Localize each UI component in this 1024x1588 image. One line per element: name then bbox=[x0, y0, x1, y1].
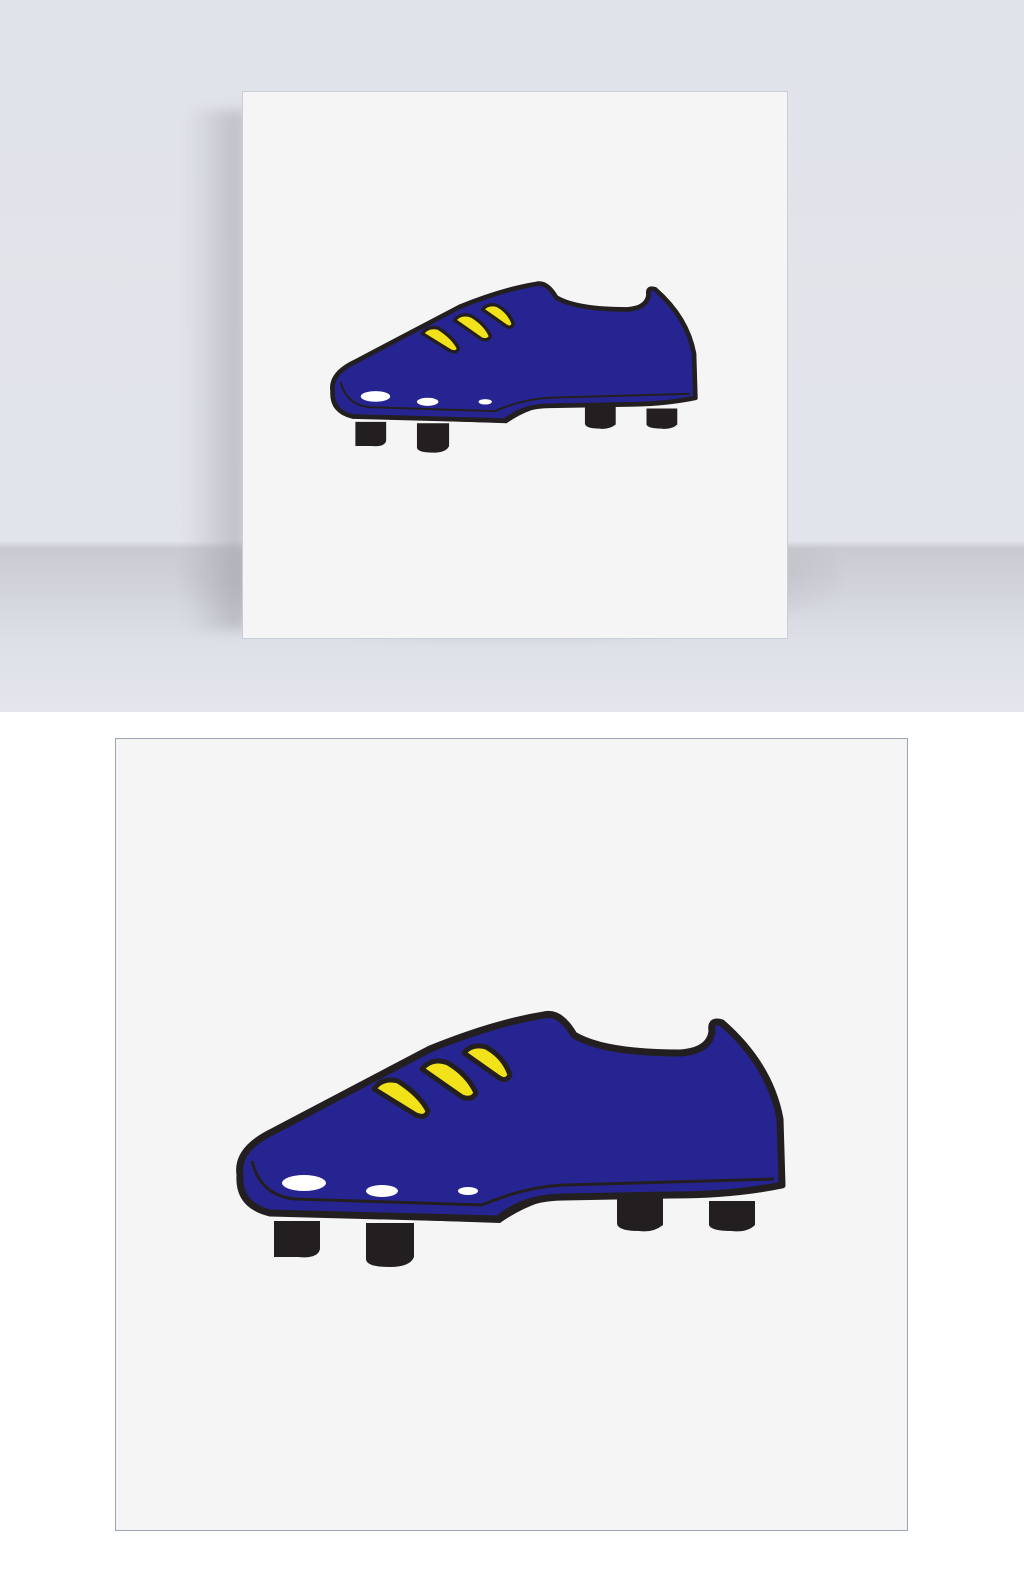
mockup-scene bbox=[0, 0, 1024, 712]
preview-card bbox=[242, 91, 788, 639]
boot-graphic bbox=[236, 1010, 786, 1267]
boot-graphic bbox=[330, 281, 698, 453]
football-boot-icon bbox=[330, 281, 698, 453]
football-boot-icon bbox=[236, 1010, 786, 1267]
main-image-card bbox=[115, 738, 908, 1531]
